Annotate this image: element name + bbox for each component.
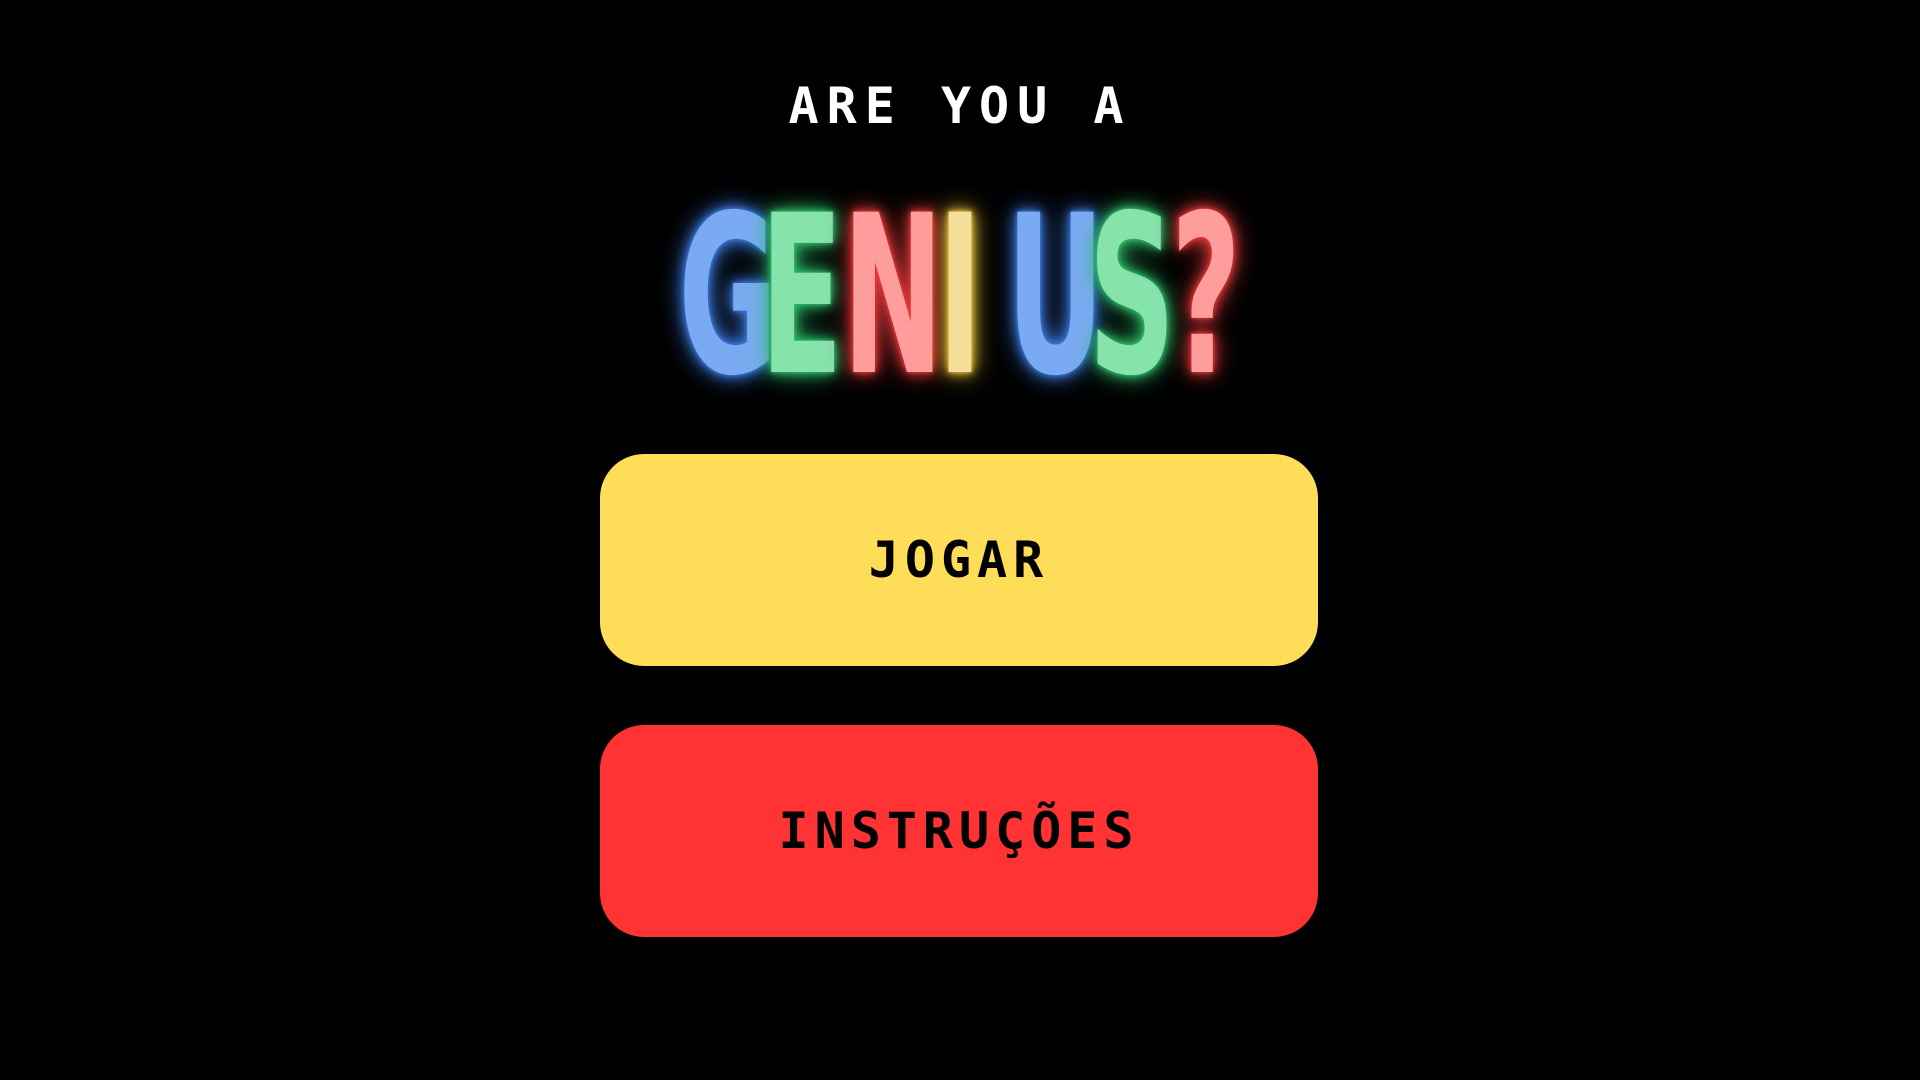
title-letter: S <box>1088 168 1176 424</box>
title-letter: U <box>1006 168 1105 424</box>
start-screen: ARE YOU A G E N I U S? JOGAR INSTRUÇÕES <box>0 0 1920 1080</box>
game-title: G E N I U S? <box>0 168 1920 424</box>
title-letter: ? <box>1170 168 1242 424</box>
title-letter: G <box>678 168 778 424</box>
play-button[interactable]: JOGAR <box>600 454 1318 666</box>
subtitle: ARE YOU A <box>788 77 1132 135</box>
title-letter: I <box>937 168 983 424</box>
instructions-button[interactable]: INSTRUÇÕES <box>600 725 1318 937</box>
title-letter: N <box>842 168 944 424</box>
title-letter: E <box>760 168 843 424</box>
instructions-button-label: INSTRUÇÕES <box>778 802 1140 860</box>
play-button-label: JOGAR <box>868 531 1050 589</box>
